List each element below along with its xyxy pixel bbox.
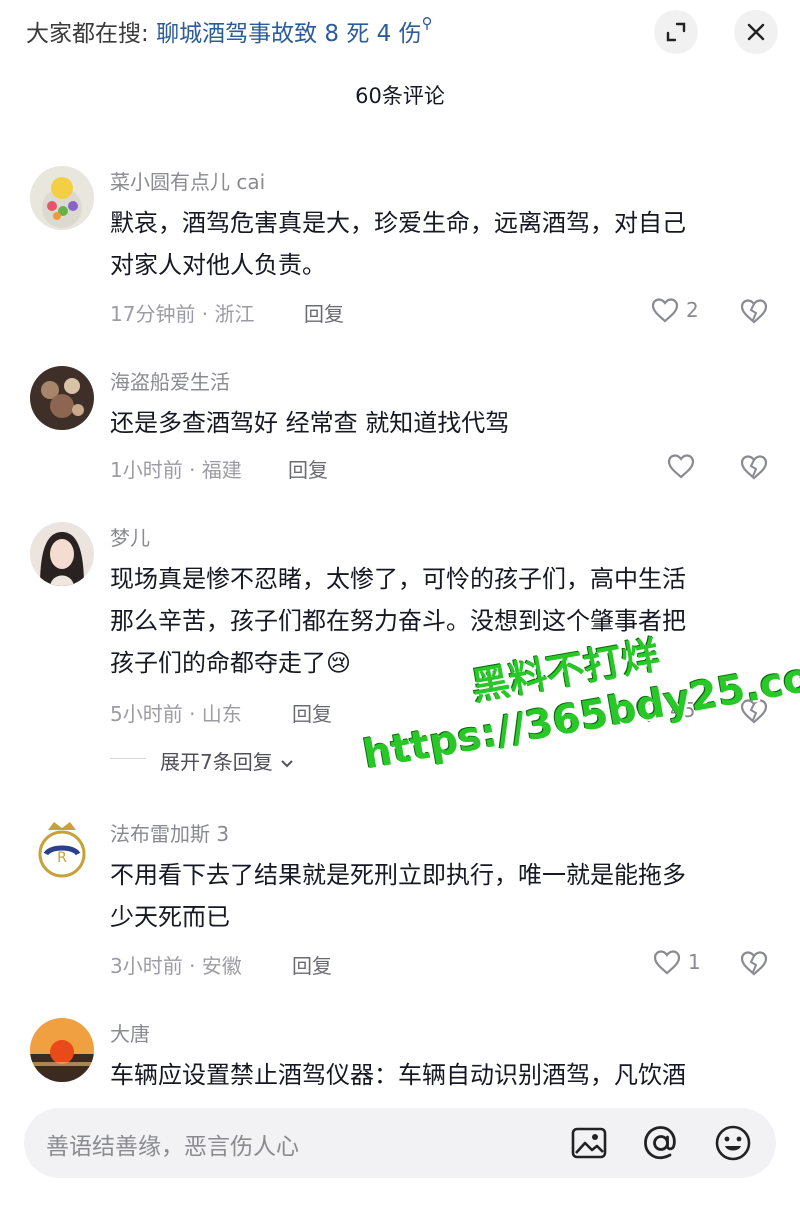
trending-search-prefix: 大家都在搜: xyxy=(26,21,157,47)
comment-text-line: 少天死而已 xyxy=(110,903,230,931)
expand-button[interactable] xyxy=(654,10,698,54)
image-icon xyxy=(571,1127,607,1159)
expand-icon xyxy=(666,22,686,42)
comment-text: 现场真是惨不忍睹，太惨了，可怜的孩子们，高中生活 那么辛苦，孩子们都在努力奋斗。… xyxy=(110,558,760,684)
avatar[interactable] xyxy=(30,166,94,230)
comment-text-line: 对家人对他人负责。 xyxy=(110,251,326,279)
comment-text: 默哀，酒驾危害真是大，珍爱生命，远离酒驾，对自己 对家人对他人负责。 xyxy=(110,202,760,286)
avatar[interactable] xyxy=(30,522,94,586)
heart-icon xyxy=(653,950,681,975)
like-count: 2 xyxy=(686,298,699,322)
like-count: 1 xyxy=(688,950,701,974)
avatar[interactable]: R xyxy=(30,818,94,882)
comment-time-location: 1小时前 · 福建 xyxy=(110,458,242,482)
at-icon xyxy=(644,1126,676,1160)
like-button[interactable]: 45 xyxy=(634,696,695,724)
comment-input-placeholder: 善语结善缘，恶言伤人心 xyxy=(46,1134,299,1160)
comment-username[interactable]: 菜小圆有点儿 cai xyxy=(110,166,265,195)
comment-text-line: 还是多查酒驾好 经常查 就知道找代驾 xyxy=(110,409,510,437)
comments-count-title: 60条评论 xyxy=(355,84,445,108)
avatar[interactable] xyxy=(30,366,94,430)
heart-icon xyxy=(651,298,679,323)
comment-time-location: 17分钟前 · 浙江 xyxy=(110,302,255,326)
broken-heart-icon xyxy=(740,699,768,724)
comment-username[interactable]: 梦儿 xyxy=(110,522,150,551)
comment-username[interactable]: 海盗船爱生活 xyxy=(110,366,230,395)
close-button[interactable] xyxy=(734,10,778,54)
image-button[interactable] xyxy=(568,1122,610,1164)
like-count: 45 xyxy=(670,698,696,722)
expand-replies-label: 展开7条回复 xyxy=(160,750,273,774)
like-button[interactable]: 2 xyxy=(650,296,699,324)
comment-text-line: 现场真是惨不忍睹，太惨了，可怜的孩子们，高中生活 xyxy=(110,565,686,593)
heart-icon xyxy=(667,454,695,479)
comment-username[interactable]: 法布雷加斯 3 xyxy=(110,818,229,847)
svg-text:R: R xyxy=(57,850,67,866)
reply-button[interactable]: 回复 xyxy=(292,698,332,727)
comment-text-line: 车辆应设置禁止酒驾仪器：车辆自动识别酒驾，凡饮酒 xyxy=(110,1061,686,1089)
like-button[interactable] xyxy=(666,452,702,480)
comment-text-line: 孩子们的命都夺走了😢 xyxy=(110,649,352,677)
expand-replies-button[interactable]: 展开7条回复 xyxy=(160,746,295,775)
dislike-button[interactable] xyxy=(738,296,770,326)
comment-input-bar: 善语结善缘，恶言伤人心 xyxy=(0,1092,800,1214)
trending-search-term[interactable]: 聊城酒驾事故致 8 死 4 伤 xyxy=(156,21,422,47)
avatar[interactable] xyxy=(30,1018,94,1082)
dislike-button[interactable] xyxy=(738,696,770,726)
reply-button[interactable]: 回复 xyxy=(304,298,344,327)
broken-heart-icon xyxy=(740,951,768,976)
comment-text-line: 默哀，酒驾危害真是大，珍爱生命，远离酒驾，对自己 xyxy=(110,209,686,237)
broken-heart-icon xyxy=(740,299,768,324)
like-button[interactable]: 1 xyxy=(652,948,701,976)
mention-button[interactable] xyxy=(640,1122,682,1164)
reply-button[interactable]: 回复 xyxy=(288,454,328,483)
comment-text-line: 不用看下去了结果就是死刑立即执行，唯一就是能拖多 xyxy=(110,861,686,889)
broken-heart-icon xyxy=(740,455,768,480)
comment-text: 还是多查酒驾好 经常查 就知道找代驾 xyxy=(110,402,760,444)
comment-text: 车辆应设置禁止酒驾仪器：车辆自动识别酒驾，凡饮酒 xyxy=(110,1054,760,1096)
comment-username[interactable]: 大唐 xyxy=(110,1018,150,1047)
comment-time-location: 5小时前 · 山东 xyxy=(110,702,242,726)
search-icon: ⚲ xyxy=(421,14,433,32)
comment-time-location: 3小时前 · 安徽 xyxy=(110,954,242,978)
emoji-button[interactable] xyxy=(712,1122,754,1164)
comment-text: 不用看下去了结果就是死刑立即执行，唯一就是能拖多 少天死而已 xyxy=(110,854,760,938)
reply-button[interactable]: 回复 xyxy=(292,950,332,979)
divider xyxy=(110,758,146,759)
comment-input[interactable]: 善语结善缘，恶言伤人心 xyxy=(24,1108,776,1178)
top-bar: 大家都在搜: 聊城酒驾事故致 8 死 4 伤⚲ xyxy=(0,0,800,62)
dislike-button[interactable] xyxy=(738,948,770,978)
trending-search[interactable]: 大家都在搜: 聊城酒驾事故致 8 死 4 伤⚲ xyxy=(26,14,433,48)
chevron-down-icon xyxy=(281,759,293,767)
emoji-icon xyxy=(715,1125,751,1161)
dislike-button[interactable] xyxy=(738,452,770,482)
close-icon xyxy=(747,23,765,41)
comment-text-line: 那么辛苦，孩子们都在努力奋斗。没想到这个肇事者把 xyxy=(110,607,686,635)
heart-icon xyxy=(635,698,663,723)
